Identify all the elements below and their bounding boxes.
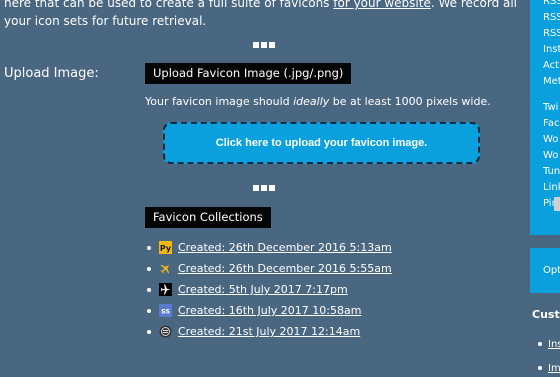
bullet xyxy=(538,366,542,370)
collection-link[interactable]: Created: 26th December 2016 5:55am xyxy=(178,262,392,275)
hint-text-end: be at least 1000 pixels wide. xyxy=(329,95,491,108)
list-item: Created: 5th July 2017 7:17pm xyxy=(147,279,392,300)
sidebar-item[interactable]: Twi xyxy=(530,100,560,116)
sidebar-item[interactable]: RSS xyxy=(530,26,560,42)
sidebar-item[interactable]: Link xyxy=(530,180,560,196)
list-item: Ins xyxy=(538,332,560,356)
sidebar-item[interactable]: RSS xyxy=(530,0,560,10)
section-divider xyxy=(253,185,275,191)
collection-link[interactable]: Created: 26th December 2016 5:13am xyxy=(178,241,392,254)
bullet xyxy=(147,329,151,334)
bullet xyxy=(147,287,151,292)
intro-link[interactable]: for your website xyxy=(333,0,431,10)
sidebar-link[interactable]: Im xyxy=(548,363,560,374)
airplane-black-icon xyxy=(159,283,172,296)
sidebar-options-block[interactable]: Opt xyxy=(530,248,560,293)
sidebar-social-block: Twi Fac Wo Wo Tun Link Pint xyxy=(530,85,560,235)
bullet xyxy=(147,308,151,313)
list-item: Py Created: 26th December 2016 5:13am xyxy=(147,237,392,258)
bullet xyxy=(147,245,151,250)
airplane-icon xyxy=(159,262,172,275)
intro-text: here that can be used to create a full s… xyxy=(4,0,334,10)
sidebar-item[interactable]: RSS xyxy=(530,10,560,26)
upload-hint: Your favicon image should ideally be at … xyxy=(145,95,491,108)
list-item: Created: 21st July 2017 12:14am xyxy=(147,321,392,342)
hint-text: Your favicon image should xyxy=(145,95,294,108)
list-item: SS Created: 16th July 2017 10:58am xyxy=(147,300,392,321)
bullet xyxy=(147,266,151,271)
scrollbar-thumb[interactable] xyxy=(554,197,560,211)
list-item: Im xyxy=(538,356,560,377)
favicon-collections-list: Py Created: 26th December 2016 5:13am Cr… xyxy=(147,237,392,342)
sidebar-options-label: Opt xyxy=(543,265,560,276)
svg-text:Py: Py xyxy=(160,244,172,253)
upload-favicon-button[interactable]: Click here to upload your favicon image. xyxy=(163,122,480,164)
round-logo-icon xyxy=(159,325,172,338)
sidebar-links-block: RSS RSS RSS Inst Acti Met xyxy=(530,0,560,85)
sidebar-item[interactable]: Inst xyxy=(530,42,560,58)
collection-link[interactable]: Created: 5th July 2017 7:17pm xyxy=(178,283,348,296)
bullet xyxy=(538,342,542,346)
sidebar-link-list: Ins Im xyxy=(538,332,560,377)
upload-section-title: Upload Favicon Image (.jpg/.png) xyxy=(145,63,352,84)
sidebar-item[interactable]: Met xyxy=(530,74,560,85)
upload-image-label: Upload Image: xyxy=(4,66,99,81)
sidebar-item[interactable]: Acti xyxy=(530,58,560,74)
sidebar-link[interactable]: Ins xyxy=(548,339,560,350)
sidebar: RSS RSS RSS Inst Acti Met Twi Fac Wo Wo … xyxy=(530,0,560,377)
list-item: Created: 26th December 2016 5:55am xyxy=(147,258,392,279)
intro-paragraph: here that can be used to create a full s… xyxy=(4,0,524,30)
py-logo-icon: Py xyxy=(159,241,172,254)
upload-button-label: Click here to upload your favicon image. xyxy=(215,137,428,149)
ss-logo-icon: SS xyxy=(159,304,172,317)
sidebar-heading: Custo xyxy=(532,308,560,321)
collections-title: Favicon Collections xyxy=(145,207,271,228)
sidebar-item[interactable]: Wo xyxy=(530,132,560,148)
sidebar-item[interactable]: Fac xyxy=(530,116,560,132)
section-divider xyxy=(253,42,275,48)
collection-link[interactable]: Created: 16th July 2017 10:58am xyxy=(178,304,361,317)
sidebar-item[interactable]: Tun xyxy=(530,164,560,180)
sidebar-item[interactable]: Wo xyxy=(530,148,560,164)
svg-text:SS: SS xyxy=(161,308,170,316)
collection-link[interactable]: Created: 21st July 2017 12:14am xyxy=(178,325,360,338)
hint-emphasis: ideally xyxy=(293,95,330,108)
